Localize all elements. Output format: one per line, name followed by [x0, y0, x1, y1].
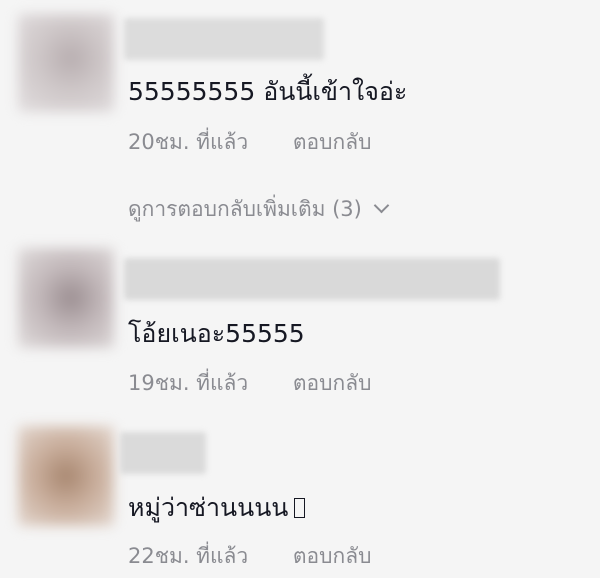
view-more-replies-button[interactable]: ดูการตอบกลับเพิ่มเติม (3)	[128, 193, 390, 226]
reply-button[interactable]: ตอบกลับ	[293, 540, 372, 573]
timestamp: 20ชม. ที่แล้ว	[128, 130, 249, 154]
timestamp: 19ชม. ที่แล้ว	[128, 371, 249, 395]
comment-text: โอ้ยเนอะ55555	[128, 319, 305, 348]
comment-text: หมู่ว่าซ่านนนน	[128, 488, 306, 528]
comment-meta: 20ชม. ที่แล้ว ตอบกลับ	[128, 126, 371, 159]
reply-button[interactable]: ตอบกลับ	[293, 126, 372, 159]
comment-meta: 19ชม. ที่แล้ว ตอบกลับ	[128, 367, 371, 400]
username-redacted[interactable]	[124, 258, 500, 300]
comment-meta: 22ชม. ที่แล้ว ตอบกลับ	[128, 540, 371, 573]
username-redacted[interactable]	[124, 18, 324, 60]
emoji-placeholder-icon	[294, 498, 306, 518]
timestamp: 22ชม. ที่แล้ว	[128, 544, 249, 568]
comment-text: 55555555 อันนี้เข้าใจอ่ะ	[128, 77, 408, 106]
avatar[interactable]	[18, 14, 114, 112]
chevron-down-icon	[373, 197, 390, 214]
avatar[interactable]	[18, 248, 114, 348]
comment-text-content: หมู่ว่าซ่านนนน	[128, 493, 289, 522]
avatar[interactable]	[18, 426, 114, 526]
view-more-label: ดูการตอบกลับเพิ่มเติม (3)	[128, 197, 362, 221]
reply-button[interactable]: ตอบกลับ	[293, 367, 372, 400]
username-redacted[interactable]	[120, 432, 206, 474]
